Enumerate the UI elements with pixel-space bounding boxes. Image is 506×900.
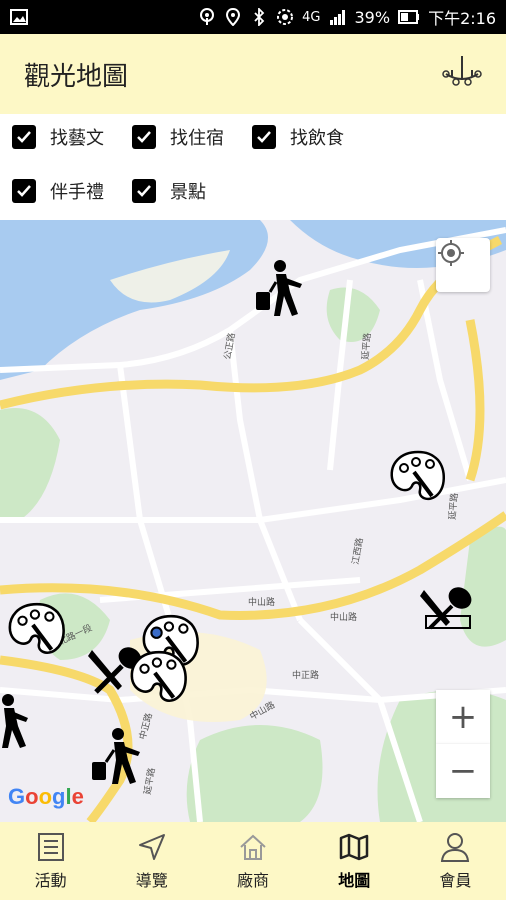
filter-arts[interactable]: 找藝文: [12, 124, 104, 150]
checkbox-checked-icon[interactable]: [252, 125, 276, 149]
battery-icon: [398, 10, 420, 24]
filter-label: 景點: [170, 182, 206, 203]
map-view[interactable]: 公正路 延平路 延平路 江西路 中山路 中山路 中正路 中山路 中正路 北路一段…: [0, 220, 506, 822]
bluetooth-icon: [254, 8, 265, 26]
filter-label: 伴手禮: [50, 182, 104, 203]
nav-label: 導覽: [135, 871, 168, 890]
network-type: 4G: [302, 9, 321, 25]
road-label: 中山路: [330, 611, 357, 623]
arts-palette-marker[interactable]: [128, 648, 190, 706]
tourist-hiker-marker[interactable]: [88, 726, 144, 786]
gallery-icon: [10, 9, 28, 25]
hotspot-icon: [200, 8, 215, 25]
bottom-nav: 活動 導覽 廠商 地圖 會員: [0, 822, 506, 900]
nav-guide[interactable]: 導覽: [101, 822, 202, 900]
google-attribution: Google: [8, 784, 84, 809]
tourist-hiker-marker[interactable]: [0, 692, 30, 750]
checkbox-checked-icon[interactable]: [132, 179, 156, 203]
filter-panel: 找藝文 找住宿 找飲食 伴手禮 景點: [0, 114, 506, 220]
my-location-button[interactable]: [436, 238, 490, 292]
nav-map[interactable]: 地圖: [304, 822, 405, 900]
road-label: 延平路: [446, 492, 460, 520]
status-right: 4G 39% 下午2:16: [198, 5, 496, 29]
sync-icon: [277, 9, 294, 25]
clock: 下午2:16: [428, 9, 496, 28]
home-icon: [240, 834, 266, 860]
checkbox-checked-icon[interactable]: [12, 125, 36, 149]
filter-label: 找飲食: [290, 128, 344, 149]
nav-activities[interactable]: 活動: [0, 822, 101, 900]
member-icon: [441, 833, 470, 862]
navigation-arrow-icon: [138, 834, 165, 860]
status-left: [10, 8, 28, 26]
filter-label: 找藝文: [50, 128, 104, 149]
signal-icon: [329, 10, 345, 25]
tourist-hiker-marker[interactable]: [250, 258, 306, 318]
activity-list-icon: [37, 833, 64, 861]
arts-palette-marker[interactable]: [388, 448, 448, 504]
nav-label: 活動: [34, 871, 67, 890]
chandelier-icon[interactable]: [442, 54, 482, 94]
arts-palette-marker[interactable]: [6, 600, 68, 658]
food-utensils-marker[interactable]: [420, 586, 476, 632]
filter-lodging[interactable]: 找住宿: [132, 124, 224, 150]
zoom-in-button[interactable]: +: [436, 690, 490, 744]
checkbox-checked-icon[interactable]: [132, 125, 156, 149]
road-label: 江西路: [349, 537, 366, 566]
app-bar: 觀光地圖: [0, 34, 506, 114]
filter-label: 找住宿: [170, 128, 224, 149]
nav-member[interactable]: 會員: [405, 822, 506, 900]
nav-label: 會員: [439, 871, 472, 890]
map-icon: [339, 833, 369, 861]
battery-percent: 39%: [354, 7, 391, 27]
road-label: 中正路: [292, 669, 319, 681]
filter-food[interactable]: 找飲食: [252, 124, 344, 150]
checkbox-checked-icon[interactable]: [12, 179, 36, 203]
nav-vendors[interactable]: 廠商: [202, 822, 303, 900]
page-title: 觀光地圖: [24, 61, 129, 92]
status-bar: 4G 39% 下午2:16: [0, 0, 506, 34]
filter-attraction[interactable]: 景點: [132, 178, 206, 204]
location-icon: [226, 8, 241, 26]
nav-label: 地圖: [338, 871, 371, 890]
nav-label: 廠商: [237, 871, 270, 890]
crosshair-icon: [438, 240, 464, 266]
road-label: 中山路: [248, 596, 275, 608]
zoom-out-button[interactable]: −: [436, 744, 490, 798]
filter-souvenir[interactable]: 伴手禮: [12, 178, 104, 204]
